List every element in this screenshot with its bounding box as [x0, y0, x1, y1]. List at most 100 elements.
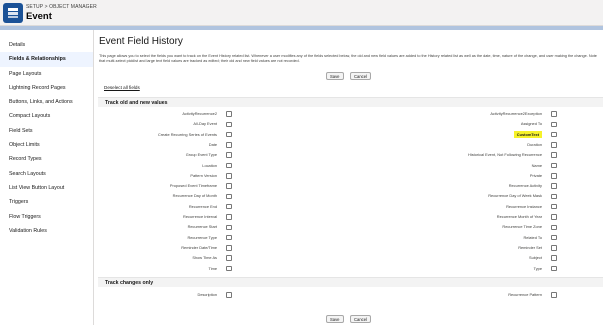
field-label: Reminder Date/Time — [97, 245, 217, 250]
track-field-checkbox[interactable] — [551, 152, 557, 158]
field-row: Recurrence Day of Month Recurrence Day of… — [94, 192, 603, 202]
track-field-checkbox[interactable] — [551, 265, 557, 272]
track-field-checkbox[interactable] — [226, 111, 232, 117]
field-label: Create Recurring Series of Events — [97, 132, 217, 137]
field-label: Type — [422, 266, 542, 271]
field-label: Name — [422, 163, 542, 168]
deselect-all-link[interactable]: Deselect all fields — [104, 85, 140, 90]
track-field-checkbox[interactable] — [551, 131, 557, 138]
field-label: CustomText — [422, 130, 542, 138]
track-field-checkbox[interactable] — [551, 111, 557, 117]
sidebar-item-record-types[interactable]: Record Types — [0, 152, 93, 166]
field-label-text: Subject — [529, 255, 542, 261]
field-label: Description — [97, 292, 217, 297]
track-field-checkbox[interactable] — [551, 173, 557, 179]
track-field-checkbox[interactable] — [226, 183, 232, 189]
field-row: Date Duration — [94, 141, 603, 151]
field-row: Time Type — [94, 265, 603, 275]
track-field-checkbox[interactable] — [226, 292, 232, 298]
track-field-checkbox[interactable] — [226, 234, 232, 241]
track-field-checkbox[interactable] — [551, 224, 557, 231]
field-row: Recurrence End Recurrence Instance — [94, 203, 603, 213]
sidebar-item-compact-layouts[interactable]: Compact Layouts — [0, 109, 93, 123]
field-label-text: Location — [202, 162, 217, 168]
sidebar-item-buttons-links-actions[interactable]: Buttons, Links, and Actions — [0, 95, 93, 109]
track-field-checkbox[interactable] — [226, 203, 232, 210]
field-label: Recurrence Activity — [422, 183, 542, 188]
track-field-checkbox[interactable] — [551, 121, 557, 128]
field-label: Recurrence Day of Week Mask — [422, 193, 542, 198]
bottom-button-row: Save Cancel — [94, 315, 603, 325]
sidebar-item-triggers[interactable]: Triggers — [0, 195, 93, 209]
field-label-text: Recurrence Month of Year — [496, 214, 542, 219]
page-title: Event Field History — [99, 36, 183, 47]
sidebar-item-object-limits[interactable]: Object Limits — [0, 138, 93, 152]
field-label-text: Private — [529, 172, 542, 178]
field-label-text: Duration — [527, 141, 542, 147]
field-label-text: CustomText — [513, 130, 542, 138]
track-field-checkbox[interactable] — [226, 152, 232, 158]
track-field-checkbox[interactable] — [551, 214, 557, 220]
track-field-checkbox[interactable] — [226, 265, 232, 272]
section-track-old-new: Track old and new values — [98, 97, 603, 107]
track-field-checkbox[interactable] — [551, 255, 557, 261]
field-label: Recurrence Instance — [422, 204, 542, 209]
object-manager-sidebar: Details Fields & Relationships Page Layo… — [0, 30, 94, 325]
track-field-checkbox[interactable] — [551, 183, 557, 189]
track-field-checkbox[interactable] — [551, 203, 557, 210]
field-label-text: Related To — [523, 234, 542, 240]
save-button-bottom[interactable]: Save — [325, 315, 344, 323]
field-label: Group Event Type — [97, 152, 217, 157]
sidebar-item-fields-relationships[interactable]: Fields & Relationships — [0, 52, 93, 67]
sidebar-item-lightning-record-pages[interactable]: Lightning Record Pages — [0, 81, 93, 95]
field-label-text: ActivityRecurrence2Exception — [490, 111, 542, 116]
track-field-checkbox[interactable] — [226, 214, 232, 220]
field-label-text: Recurrence Start — [187, 224, 217, 230]
field-label-text: Historical Event, Not Following Recurren… — [468, 152, 542, 158]
track-field-checkbox[interactable] — [226, 193, 232, 200]
top-button-row: Save Cancel — [94, 72, 603, 90]
field-label-text: Recurrence End — [188, 203, 217, 209]
field-label-text: Group Event Type — [185, 152, 217, 158]
field-label: Recurrence Day of Month — [97, 193, 217, 198]
field-label: All-Day Event — [97, 121, 217, 126]
track-field-checkbox[interactable] — [551, 234, 557, 241]
field-row: Create Recurring Series of Events CustomT… — [94, 130, 603, 141]
track-field-checkbox[interactable] — [551, 142, 557, 148]
save-button[interactable]: Save — [325, 72, 344, 80]
track-field-checkbox[interactable] — [551, 245, 557, 251]
sidebar-item-details[interactable]: Details — [0, 38, 93, 52]
track-field-checkbox[interactable] — [226, 142, 232, 148]
intro-text: This page allows you to select the field… — [99, 54, 597, 64]
track-field-checkbox[interactable] — [226, 121, 232, 128]
track-field-checkbox[interactable] — [226, 162, 232, 169]
sidebar-item-page-layouts[interactable]: Page Layouts — [0, 67, 93, 81]
sidebar-item-validation-rules[interactable]: Validation Rules — [0, 224, 93, 238]
track-field-checkbox[interactable] — [226, 255, 232, 261]
breadcrumb[interactable]: SETUP > OBJECT MANAGER — [26, 4, 97, 10]
track-field-checkbox[interactable] — [226, 245, 232, 251]
field-label: Time — [97, 266, 217, 271]
section-track-changes-only: Track changes only — [98, 277, 603, 287]
sidebar-item-list-view-button-layout[interactable]: List View Button Layout — [0, 181, 93, 195]
cancel-button[interactable]: Cancel — [349, 72, 372, 80]
object-title: Event — [26, 11, 52, 22]
sidebar-item-field-sets[interactable]: Field Sets — [0, 124, 93, 138]
sidebar-item-flow-triggers[interactable]: Flow Triggers — [0, 210, 93, 224]
field-label: Recurrence Time Zone — [422, 224, 542, 229]
track-field-checkbox[interactable] — [226, 224, 232, 231]
track-field-checkbox[interactable] — [226, 173, 232, 179]
track-field-checkbox[interactable] — [551, 292, 557, 298]
field-label: Recurrence Pattern — [422, 292, 542, 297]
main-content: Event Field History This page allows you… — [94, 30, 603, 325]
sidebar-item-search-layouts[interactable]: Search Layouts — [0, 167, 93, 181]
field-label: Duration — [422, 142, 542, 147]
field-label: Location — [97, 163, 217, 168]
field-label-text: Recurrence Interval — [183, 214, 217, 219]
field-label-text: Recurrence Day of Week Mask — [488, 193, 542, 199]
track-field-checkbox[interactable] — [551, 193, 557, 200]
track-field-checkbox[interactable] — [551, 162, 557, 169]
cancel-button-bottom[interactable]: Cancel — [349, 315, 372, 323]
field-row: Recurrence Start Recurrence Time Zone — [94, 223, 603, 233]
track-field-checkbox[interactable] — [226, 131, 232, 138]
